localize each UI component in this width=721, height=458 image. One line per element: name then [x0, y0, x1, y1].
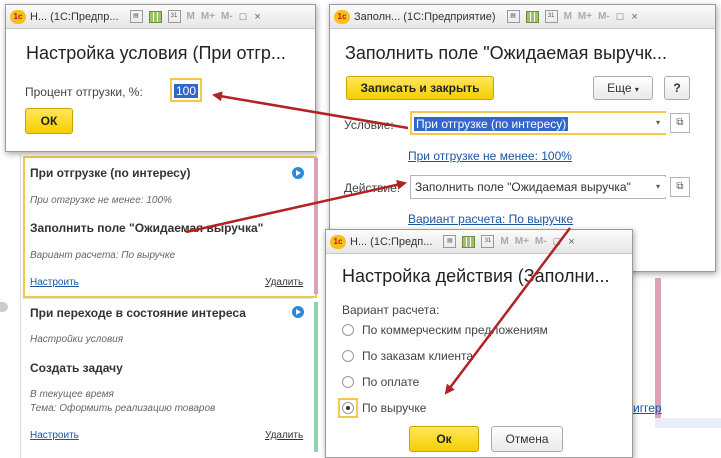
- action-open-button[interactable]: ⧉: [670, 177, 690, 197]
- rule-2-condition-title[interactable]: При переходе в состояние интереса: [30, 306, 246, 320]
- radio-option-label[interactable]: По коммерческим предложениям: [362, 323, 548, 337]
- window-title: Н... (1С:Предп...: [350, 235, 433, 248]
- chevron-down-icon: ▾: [655, 182, 660, 191]
- radio-option-label[interactable]: По оплате: [362, 375, 419, 389]
- percent-input[interactable]: 100: [170, 78, 202, 102]
- window-titlebar: 1c Н... (1С:Предп... ▤ 31 M M+ M- □ ×: [326, 230, 632, 254]
- memory-plus-icon[interactable]: M+: [201, 11, 215, 22]
- rule-1-action-detail: Вариант расчета: По выручке: [30, 250, 176, 261]
- spreadsheet-icon[interactable]: [148, 10, 162, 23]
- more-button[interactable]: Еще ▾: [593, 76, 653, 100]
- memory-icon[interactable]: M: [500, 236, 508, 247]
- radio-button[interactable]: [342, 402, 354, 414]
- ok-button[interactable]: ОК: [25, 108, 73, 134]
- window-titlebar: 1c Н... (1С:Предпр... ▤ 31 M M+ M- □ ×: [6, 5, 315, 29]
- save-and-close-button[interactable]: Записать и закрыть: [346, 76, 494, 100]
- 1c-logo-icon: 1c: [10, 9, 26, 24]
- memory-minus-icon[interactable]: M-: [598, 11, 610, 22]
- action-dropdown-button[interactable]: ▾: [650, 177, 666, 197]
- print-icon[interactable]: ▤: [129, 10, 143, 23]
- close-icon[interactable]: ×: [254, 11, 260, 23]
- form-heading: Настройка действия (Заполни...: [342, 266, 610, 286]
- cancel-button[interactable]: Отмена: [491, 426, 563, 452]
- rule-2-color-bar: [314, 302, 318, 452]
- background-link-fragment[interactable]: иггер: [633, 401, 662, 415]
- close-icon[interactable]: ×: [631, 11, 637, 23]
- condition-label: Условие:: [344, 118, 394, 132]
- print-icon[interactable]: ▤: [443, 235, 457, 248]
- chevron-down-icon: ▾: [655, 118, 660, 127]
- background-strip: [655, 418, 721, 428]
- calculation-variant-link[interactable]: Вариант расчета: По выручке: [408, 212, 573, 226]
- rule-2-configure-link[interactable]: Настроить: [30, 430, 79, 441]
- play-icon[interactable]: [292, 167, 304, 179]
- help-button[interactable]: ?: [664, 76, 690, 100]
- 1c-logo-icon: 1c: [334, 9, 350, 24]
- rule-2-condition-detail: Настройки условия: [30, 334, 124, 345]
- close-icon[interactable]: ×: [568, 236, 574, 248]
- memory-minus-icon[interactable]: M-: [535, 236, 547, 247]
- background-strip: [655, 278, 661, 418]
- chevron-down-icon: ▾: [634, 85, 639, 94]
- rule-2-action-detail-theme: Тема: Оформить реализацию товаров: [30, 403, 216, 414]
- rule-2-delete-link[interactable]: Удалить: [265, 430, 303, 441]
- open-icon: ⧉: [676, 117, 684, 128]
- form-heading: Заполнить поле "Ожидаемая выручк...: [345, 43, 667, 63]
- window-title: Н... (1С:Предпр...: [30, 10, 119, 23]
- action-select[interactable]: Заполнить поле "Ожидаемая выручка": [410, 175, 666, 199]
- rule-1-color-bar: [314, 158, 318, 294]
- calendar-icon[interactable]: 31: [481, 235, 495, 248]
- more-label: Еще: [607, 81, 632, 95]
- variant-label: Вариант расчета:: [342, 303, 440, 317]
- spreadsheet-icon[interactable]: [525, 10, 539, 23]
- rule-1-condition-title[interactable]: При отгрузке (по интересу): [30, 166, 191, 180]
- rule-1-configure-link[interactable]: Настроить: [30, 277, 79, 288]
- percent-label: Процент отгрузки, %:: [25, 85, 143, 99]
- radio-button[interactable]: [342, 376, 354, 388]
- 1c-logo-icon: 1c: [330, 234, 346, 249]
- rules-panel: При отгрузке (по интересу) При отгрузке …: [20, 154, 320, 458]
- ok-button[interactable]: Ок: [409, 426, 479, 452]
- maximize-icon[interactable]: □: [240, 11, 247, 23]
- condition-settings-window: 1c Н... (1С:Предпр... ▤ 31 M M+ M- □ × Н…: [5, 4, 316, 152]
- open-icon: ⧉: [676, 181, 684, 192]
- rule-1-delete-link[interactable]: Удалить: [265, 277, 303, 288]
- calendar-icon[interactable]: 31: [544, 10, 558, 23]
- radio-option-label[interactable]: По выручке: [362, 401, 426, 415]
- print-icon[interactable]: ▤: [506, 10, 520, 23]
- memory-icon[interactable]: M: [564, 11, 572, 22]
- window-title: Заполн... (1С:Предприятие): [354, 10, 496, 23]
- maximize-icon[interactable]: □: [617, 11, 624, 23]
- rule-2-action-title[interactable]: Создать задачу: [30, 361, 123, 375]
- collapse-handle-icon[interactable]: [0, 302, 8, 312]
- rule-2-action-detail-time: В текущее время: [30, 389, 114, 400]
- action-label: Действие:: [344, 181, 401, 195]
- radio-button[interactable]: [342, 324, 354, 336]
- radio-button[interactable]: [342, 350, 354, 362]
- window-titlebar: 1c Заполн... (1С:Предприятие) ▤ 31 M M+ …: [330, 5, 715, 29]
- spreadsheet-icon[interactable]: [462, 235, 476, 248]
- play-icon[interactable]: [292, 306, 304, 318]
- divider: [23, 298, 313, 299]
- memory-plus-icon[interactable]: M+: [578, 11, 592, 22]
- condition-dropdown-button[interactable]: ▾: [650, 113, 666, 133]
- condition-settings-link[interactable]: При отгрузке не менее: 100%: [408, 149, 572, 163]
- rule-1-action-title[interactable]: Заполнить поле "Ожидаемая выручка": [30, 221, 263, 235]
- condition-select[interactable]: При отгрузке (по интересу): [410, 111, 666, 135]
- condition-open-button[interactable]: ⧉: [670, 113, 690, 133]
- calendar-icon[interactable]: 31: [167, 10, 181, 23]
- radio-option-label[interactable]: По заказам клиента: [362, 349, 473, 363]
- memory-plus-icon[interactable]: M+: [515, 236, 529, 247]
- memory-minus-icon[interactable]: M-: [221, 11, 233, 22]
- form-heading: Настройка условия (При отгр...: [26, 43, 286, 63]
- action-settings-window: 1c Н... (1С:Предп... ▤ 31 M M+ M- □ × На…: [325, 229, 633, 458]
- rule-1-condition-detail: При отгрузке не менее: 100%: [30, 195, 172, 206]
- memory-icon[interactable]: M: [187, 11, 195, 22]
- maximize-icon[interactable]: □: [554, 236, 561, 248]
